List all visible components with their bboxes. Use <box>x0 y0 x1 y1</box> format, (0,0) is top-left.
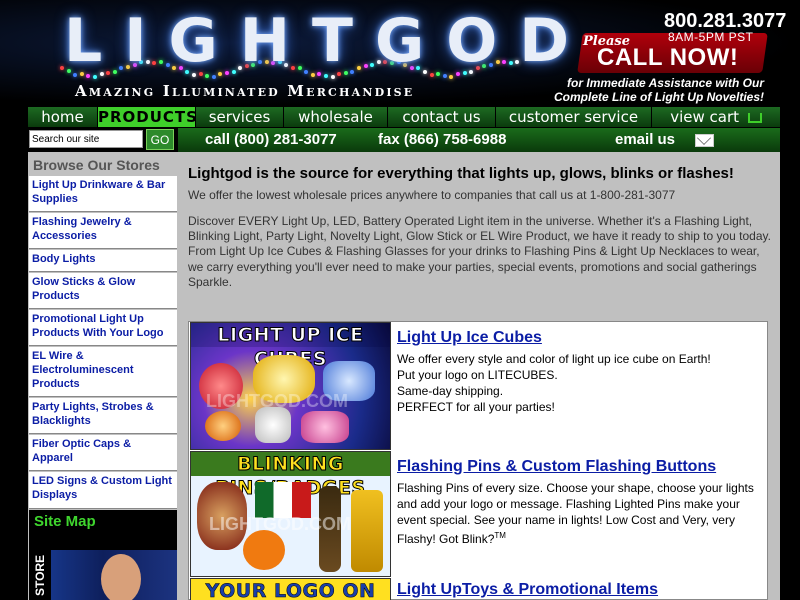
nav-products[interactable]: PRODUCTS <box>98 107 197 127</box>
watermark: LIGHTGOD.COM <box>209 514 351 534</box>
logo-lights-banner: YOUR LOGO ON LIGHTS <box>191 579 390 600</box>
ice-cubes-banner: LIGHT UP ICE CUBES <box>191 323 390 371</box>
product-ice-cubes: LIGHT UP ICE CUBES LIGHTGOD.COM Light Up… <box>190 322 768 450</box>
ice-cubes-desc-line-1: We offer every style and color of light … <box>397 352 711 366</box>
envelope-icon[interactable] <box>695 134 714 147</box>
browse-stores-heading: Browse Our Stores <box>33 157 160 173</box>
call-now-text: CALL NOW! <box>597 44 739 71</box>
search-input[interactable] <box>29 130 143 148</box>
sidebar-item-drinkware[interactable]: Light Up Drinkware & Bar Supplies <box>29 176 177 212</box>
nav-services[interactable]: services <box>196 107 284 127</box>
pins-banner: BLINKING PINS/BADGES <box>191 452 390 500</box>
shopping-cart-icon <box>747 112 762 123</box>
wholesale-subline: We offer the lowest wholesale prices any… <box>188 188 676 202</box>
call-phone-link[interactable]: call (800) 281-3077 <box>205 131 337 148</box>
sidebar: Browse Our Stores Light Up Drinkware & B… <box>28 152 178 600</box>
sidebar-item-fiber-optic[interactable]: Fiber Optic Caps & Apparel <box>29 435 177 471</box>
sidebar-item-promotional[interactable]: Promotional Light Up Products With Your … <box>29 310 177 346</box>
light-up-toys-title-link[interactable]: Light UpToys & Promotional Items <box>397 581 658 599</box>
sidebar-item-led-signs[interactable]: LED Signs & Custom Light Displays <box>29 472 177 509</box>
search-go-button[interactable]: GO <box>146 129 174 150</box>
business-hours: 8AM-5PM PST <box>668 30 754 44</box>
flashing-pins-description: Flashing Pins of every size. Choose your… <box>397 480 762 547</box>
site-header: LIGHTGOD Amazing Illuminated Merchandise… <box>0 0 800 107</box>
nav-contact-us[interactable]: contact us <box>388 107 496 127</box>
view-cart-label: view cart <box>670 108 739 126</box>
ice-cube-white <box>255 407 291 443</box>
product-flashing-pins: BLINKING PINS/BADGES LIGHTGOD.COM Flashi… <box>190 451 768 577</box>
search-box: GO <box>28 128 178 152</box>
tagline: Amazing Illuminated Merchandise <box>75 82 415 100</box>
ice-cubes-desc-line-4: PERFECT for all your parties! <box>397 400 555 414</box>
sidebar-item-flashing-jewelry[interactable]: Flashing Jewelry & Accessories <box>29 213 177 249</box>
store-label: STORE <box>29 550 51 600</box>
trademark-symbol: TM <box>494 531 506 540</box>
sidebar-item-glow-sticks[interactable]: Glow Sticks & Glow Products <box>29 273 177 309</box>
product-light-up-toys: YOUR LOGO ON LIGHTS Light UpToys & Promo… <box>190 578 768 600</box>
watermark: LIGHTGOD.COM <box>206 391 348 411</box>
email-us-link[interactable]: email us <box>615 131 675 148</box>
contact-bar: call (800) 281-3077 fax (866) 758-6988 e… <box>178 128 780 152</box>
can-pin <box>351 490 383 572</box>
main-nav: home PRODUCTS services wholesale contact… <box>28 107 780 127</box>
ice-cubes-description: We offer every style and color of light … <box>397 351 762 415</box>
flashing-pins-desc-text: Flashing Pins of every size. Choose your… <box>397 481 754 546</box>
flashing-pins-title-link[interactable]: Flashing Pins & Custom Flashing Buttons <box>397 458 716 476</box>
paw-pin <box>243 530 285 570</box>
nav-view-cart[interactable]: view cart <box>652 107 780 127</box>
assist-line-1: for Immediate Assistance with Our <box>567 76 764 90</box>
product-list: LIGHT UP ICE CUBES LIGHTGOD.COM Light Up… <box>188 321 768 600</box>
store-banner[interactable]: STORE <box>29 550 177 600</box>
sidebar-item-el-wire[interactable]: EL Wire & Electroluminescent Products <box>29 347 177 397</box>
assist-line-2: Complete Line of Light Up Novelties! <box>553 90 764 104</box>
nav-home[interactable]: home <box>28 107 98 127</box>
ice-cube-pink <box>301 411 349 443</box>
mexico-flag-pin <box>255 482 311 518</box>
flashing-pins-image[interactable]: BLINKING PINS/BADGES LIGHTGOD.COM <box>190 451 391 577</box>
ice-cubes-title-link[interactable]: Light Up Ice Cubes <box>397 329 542 347</box>
child-photo <box>101 554 141 600</box>
ice-cubes-image[interactable]: LIGHT UP ICE CUBES LIGHTGOD.COM <box>190 322 391 450</box>
logo[interactable]: LIGHTGOD <box>64 6 591 76</box>
nav-customer-service[interactable]: customer service <box>496 107 652 127</box>
ice-cubes-desc-line-2: Put your logo on LITECUBES. <box>397 368 558 382</box>
logo-lights-image[interactable]: YOUR LOGO ON LIGHTS <box>190 578 391 600</box>
intro-paragraph: Discover EVERY Light Up, LED, Battery Op… <box>188 214 771 289</box>
main-content: Lightgod is the source for everything th… <box>178 152 780 600</box>
ice-cubes-desc-line-3: Same-day shipping. <box>397 384 504 398</box>
fax-number: fax (866) 758-6988 <box>378 131 507 148</box>
ice-cube-orange <box>205 411 241 441</box>
sidebar-item-party-lights[interactable]: Party Lights, Strobes & Blacklights <box>29 398 177 434</box>
site-map-link[interactable]: Site Map <box>29 510 177 550</box>
sidebar-item-body-lights[interactable]: Body Lights <box>29 250 177 272</box>
nav-wholesale[interactable]: wholesale <box>284 107 388 127</box>
page-headline: Lightgod is the source for everything th… <box>188 165 734 182</box>
assistance-text: for Immediate Assistance with Our Comple… <box>494 76 764 104</box>
